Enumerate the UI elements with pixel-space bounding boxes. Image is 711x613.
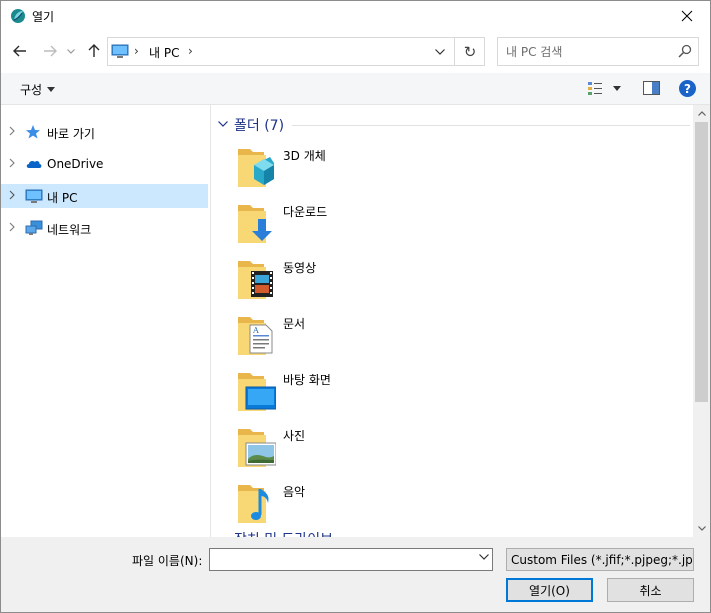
network-icon — [25, 220, 43, 235]
dialog-footer: 파일 이름(N): Custom Files (*.jfif;*.pjpeg;*… — [1, 537, 710, 612]
group-title: 폴더 (7) — [234, 118, 285, 134]
group-divider — [292, 125, 690, 126]
details-view-icon — [588, 82, 602, 95]
chevron-right-icon — [9, 222, 15, 232]
help-icon: ? — [684, 81, 691, 96]
nav-item-network[interactable]: 네트워크 — [1, 216, 208, 240]
nav-item-label: OneDrive — [47, 157, 104, 171]
nav-item-this-pc[interactable]: 내 PC — [1, 184, 208, 208]
filename-label: 파일 이름(N): — [132, 554, 203, 568]
filename-combobox[interactable] — [209, 548, 493, 571]
vertical-scrollbar[interactable] — [693, 105, 710, 537]
caret-down-icon — [613, 85, 621, 91]
filename-input[interactable] — [213, 551, 463, 568]
scroll-thumb[interactable] — [695, 122, 708, 402]
chevron-right-icon — [9, 126, 15, 136]
file-type-value: Custom Files (*.jfif;*.pjpeg;*.jpeg;*.pj… — [511, 553, 693, 567]
nav-item-quick-access[interactable]: 바로 가기 — [1, 120, 208, 144]
arrow-left-icon — [13, 45, 26, 57]
cancel-button-label: 취소 — [639, 583, 662, 598]
nav-item-label: 내 PC — [47, 191, 78, 205]
breadcrumb-item-this-pc[interactable]: 내 PC — [149, 44, 179, 61]
arrow-up-icon — [88, 44, 100, 57]
chevron-right-icon — [9, 190, 15, 200]
open-button-label: 열기(O) — [529, 583, 570, 598]
refresh-icon: ↻ — [463, 42, 477, 61]
folder-item-desktop[interactable]: 바탕 화면 — [236, 369, 536, 419]
nav-item-onedrive[interactable]: OneDrive — [1, 152, 208, 176]
change-view-button[interactable] — [587, 80, 621, 96]
folder-label: 음악 — [283, 485, 306, 499]
preview-pane-icon — [643, 81, 660, 95]
svg-text:A: A — [252, 326, 259, 335]
nav-item-label: 네트워크 — [47, 223, 92, 237]
window-title: 열기 — [32, 10, 55, 24]
command-bar: 구성 ? — [1, 73, 710, 105]
folder-label: 다운로드 — [283, 205, 328, 219]
cloud-icon — [26, 160, 42, 168]
search-box[interactable] — [497, 37, 699, 66]
group-header-folders[interactable]: 폴더 (7) — [216, 115, 690, 135]
folder-label: 사진 — [283, 429, 306, 443]
folder-item-music[interactable]: 음악 — [236, 481, 536, 531]
address-bar[interactable]: › 내 PC › ↻ — [107, 37, 485, 66]
3d-objects-icon — [238, 149, 274, 187]
app-logo-icon — [11, 9, 25, 23]
folder-item-videos[interactable]: 동영상 — [236, 257, 536, 307]
close-icon — [681, 10, 693, 22]
title-bar: 열기 — [1, 1, 710, 31]
open-file-dialog: 열기 › 내 PC › ↻ 내 PC 검색 구성 ? 바로 가기 OneDriv… — [0, 0, 711, 613]
back-button[interactable] — [9, 39, 31, 63]
breadcrumb-separator[interactable]: › — [188, 44, 193, 58]
chevron-down-icon[interactable] — [479, 554, 489, 560]
up-button[interactable] — [83, 39, 105, 63]
documents-icon: A — [238, 317, 273, 355]
group-header-devices[interactable]: 장치 및 드라이브 — [234, 529, 333, 537]
folder-item-3d-objects[interactable]: 3D 개체 — [236, 145, 536, 195]
folder-item-documents[interactable]: A 문서 — [236, 313, 536, 363]
open-button[interactable]: 열기(O) — [506, 578, 593, 602]
scroll-down-button[interactable] — [693, 520, 710, 537]
arrow-right-icon — [44, 45, 57, 57]
chevron-down-icon — [435, 48, 445, 55]
folder-label: 바탕 화면 — [283, 373, 331, 387]
preview-pane-button[interactable] — [643, 81, 660, 98]
pictures-icon — [238, 429, 276, 467]
caret-down-icon — [47, 87, 56, 92]
chevron-down-icon — [697, 526, 706, 531]
navigation-pane: 바로 가기 OneDrive 내 PC 네트워크 — [1, 105, 211, 537]
folder-item-downloads[interactable]: 다운로드 — [236, 201, 536, 251]
file-list: 폴더 (7) 3D 개체 다운로드 동영상 A 문서 바탕 화면 사진 음악 — [212, 105, 693, 537]
chevron-up-icon — [697, 111, 706, 116]
search-input[interactable] — [506, 43, 666, 61]
organize-label: 구성 — [20, 83, 43, 97]
help-button[interactable]: ? — [679, 80, 696, 97]
chevron-down-icon — [67, 48, 75, 54]
file-type-select[interactable]: Custom Files (*.jfif;*.pjpeg;*.jpeg;*.pj… — [506, 548, 694, 571]
folder-label: 3D 개체 — [283, 149, 326, 163]
videos-icon — [238, 261, 273, 299]
address-dropdown-button[interactable] — [426, 38, 454, 65]
downloads-icon — [238, 205, 272, 243]
folder-label: 동영상 — [283, 261, 317, 275]
computer-icon — [111, 44, 129, 58]
breadcrumb-separator: › — [134, 44, 139, 58]
organize-button[interactable]: 구성 — [20, 81, 56, 98]
folder-item-pictures[interactable]: 사진 — [236, 425, 536, 475]
refresh-button[interactable]: ↻ — [454, 38, 485, 65]
star-icon — [26, 125, 40, 139]
cancel-button[interactable]: 취소 — [607, 578, 694, 602]
recent-locations-button[interactable] — [63, 39, 79, 63]
chevron-down-icon — [218, 121, 228, 127]
computer-icon — [25, 189, 43, 203]
search-icon — [678, 44, 692, 58]
music-icon — [238, 485, 269, 523]
scroll-up-button[interactable] — [693, 105, 710, 122]
desktop-icon — [238, 373, 276, 411]
folder-label: 문서 — [283, 317, 306, 331]
chevron-right-icon — [9, 158, 15, 168]
forward-button[interactable] — [39, 39, 61, 63]
nav-item-label: 바로 가기 — [47, 127, 95, 141]
close-button[interactable] — [664, 1, 710, 31]
